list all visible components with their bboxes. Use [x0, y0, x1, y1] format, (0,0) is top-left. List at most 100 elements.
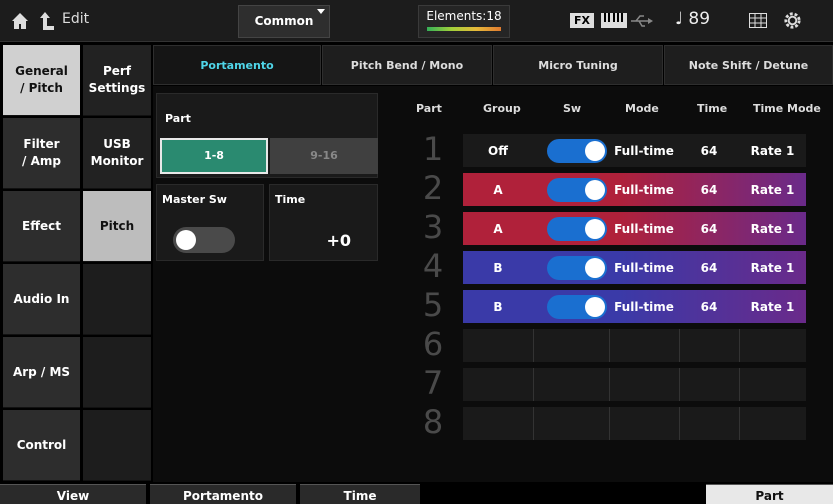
group-cell[interactable]: A — [463, 212, 533, 245]
fx-badge[interactable]: FX — [570, 13, 594, 28]
part-sw-toggle[interactable] — [547, 217, 607, 241]
part-range-1-8-button[interactable]: 1-8 — [160, 138, 268, 174]
tab-micro-tuning[interactable]: Micro Tuning — [493, 45, 663, 85]
time-mode-cell[interactable]: Rate 1 — [739, 212, 806, 245]
table-row[interactable] — [463, 407, 806, 440]
master-sw-toggle[interactable] — [173, 227, 235, 253]
mode-cell[interactable]: Full-time — [609, 134, 679, 167]
empty-cell — [739, 407, 806, 440]
mode-cell[interactable]: Full-time — [609, 251, 679, 284]
time-panel: Time +0 — [269, 184, 378, 261]
up-arrow-icon[interactable] — [36, 10, 56, 32]
tempo-display[interactable]: ♩ 89 — [675, 9, 710, 29]
nav-item-arp-ms[interactable]: Arp / MS — [3, 337, 80, 408]
table-row[interactable] — [463, 329, 806, 362]
time-cell[interactable]: 64 — [679, 134, 739, 167]
part-range-label: Part — [165, 112, 191, 125]
toggle-knob — [585, 219, 605, 239]
common-button[interactable]: Common — [238, 5, 330, 38]
empty-cell — [533, 329, 609, 362]
table-row[interactable]: A Full-time 64 Rate 1 — [463, 212, 806, 245]
part-range-9-16-button[interactable]: 9-16 — [270, 138, 378, 174]
header-time: Time — [697, 102, 728, 115]
time-value[interactable]: +0 — [326, 231, 351, 250]
time-mode-cell[interactable]: Rate 1 — [739, 290, 806, 323]
part-number: 8 — [422, 403, 444, 441]
time-label: Time — [275, 193, 306, 206]
toggle-knob — [585, 141, 605, 161]
time-mode-cell[interactable]: Rate 1 — [739, 173, 806, 206]
empty-cell — [679, 368, 739, 401]
group-cell[interactable]: A — [463, 173, 533, 206]
nav-item-effect[interactable]: Effect — [3, 191, 80, 262]
elements-meter — [427, 27, 501, 31]
master-sw-label: Master Sw — [162, 193, 227, 206]
header-part: Part — [416, 102, 442, 115]
home-icon[interactable] — [10, 11, 30, 31]
time-mode-cell[interactable]: Rate 1 — [739, 134, 806, 167]
group-cell[interactable]: Off — [463, 134, 533, 167]
time-cell[interactable]: 64 — [679, 212, 739, 245]
tab-portamento[interactable]: Portamento — [153, 45, 321, 85]
table-row[interactable] — [463, 368, 806, 401]
edit-label: Edit — [62, 11, 90, 27]
time-cell[interactable]: 64 — [679, 290, 739, 323]
part-sw-toggle[interactable] — [547, 178, 607, 202]
nav-item-perf-settings[interactable]: Perf Settings — [83, 45, 151, 116]
table-row[interactable]: B Full-time 64 Rate 1 — [463, 251, 806, 284]
empty-cell — [609, 329, 679, 362]
portamento-button[interactable]: Portamento — [150, 484, 296, 504]
nav-item-usb-monitor[interactable]: USB Monitor — [83, 118, 151, 189]
empty-cell — [739, 368, 806, 401]
empty-cell — [609, 368, 679, 401]
empty-cell — [533, 368, 609, 401]
empty-cell — [679, 329, 739, 362]
time-cell[interactable]: 64 — [679, 251, 739, 284]
part-sw-toggle[interactable] — [547, 256, 607, 280]
elements-label: Elements:18 — [426, 9, 502, 23]
group-cell[interactable]: B — [463, 290, 533, 323]
tab-pitch-bend-mono[interactable]: Pitch Bend / Mono — [322, 45, 492, 85]
elements-indicator[interactable]: Elements:18 — [418, 5, 510, 38]
bottom-bar: View Portamento Time Part — [0, 482, 833, 504]
part-number: 6 — [422, 325, 444, 363]
nav-item-filter-amp[interactable]: Filter / Amp — [3, 118, 80, 189]
mode-cell[interactable]: Full-time — [609, 173, 679, 206]
master-sw-panel: Master Sw — [156, 184, 264, 261]
part-number: 5 — [422, 286, 444, 324]
time-mode-cell[interactable]: Rate 1 — [739, 251, 806, 284]
part-sw-toggle[interactable] — [547, 139, 607, 163]
grid-icon[interactable] — [749, 13, 767, 28]
view-button[interactable]: View — [0, 484, 146, 504]
mode-cell[interactable]: Full-time — [609, 212, 679, 245]
part-sw-toggle[interactable] — [547, 295, 607, 319]
portamento-panel: Part 1-8 9-16 Master Sw Time +0 Part Gro… — [153, 86, 833, 482]
tab-note-shift-detune[interactable]: Note Shift / Detune — [664, 45, 833, 85]
nav-item-audio-in[interactable]: Audio In — [3, 264, 80, 335]
usb-icon — [631, 15, 653, 27]
nav-item-pitch[interactable]: Pitch — [83, 191, 151, 262]
empty-cell — [533, 407, 609, 440]
part-number: 4 — [422, 247, 444, 285]
main-category-nav: General / Pitch Filter / Amp Effect Audi… — [0, 45, 80, 482]
table-row[interactable]: B Full-time 64 Rate 1 — [463, 290, 806, 323]
header-group: Group — [483, 102, 521, 115]
nav-item-general-pitch[interactable]: General / Pitch — [3, 45, 80, 116]
header-time-mode: Time Mode — [753, 102, 821, 115]
nav-item-control[interactable]: Control — [3, 410, 80, 481]
empty-cell — [609, 407, 679, 440]
part-button[interactable]: Part — [706, 484, 833, 504]
header-sw: Sw — [563, 102, 582, 115]
keyboard-icon — [601, 13, 627, 28]
table-row[interactable]: Off Full-time 64 Rate 1 — [463, 134, 806, 167]
time-cell[interactable]: 64 — [679, 173, 739, 206]
sub-category-nav: Perf Settings USB Monitor Pitch — [81, 45, 151, 482]
gear-icon[interactable] — [783, 11, 802, 30]
group-cell[interactable]: B — [463, 251, 533, 284]
part-number: 3 — [422, 208, 444, 246]
mode-cell[interactable]: Full-time — [609, 290, 679, 323]
part-number: 7 — [422, 364, 444, 402]
time-button[interactable]: Time — [300, 484, 420, 504]
part-number: 1 — [422, 130, 444, 168]
table-row[interactable]: A Full-time 64 Rate 1 — [463, 173, 806, 206]
